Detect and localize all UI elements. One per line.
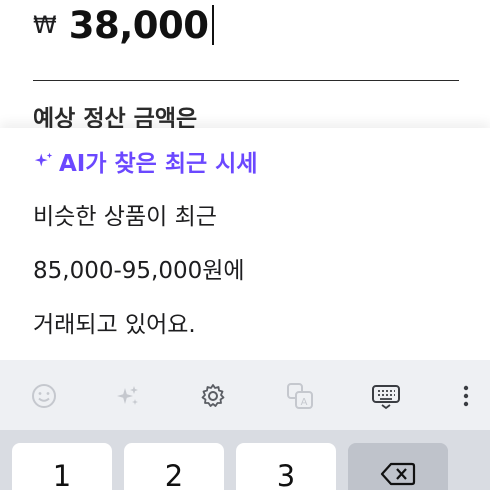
key-1[interactable]: 1 (12, 443, 112, 490)
on-screen-keyboard: A 1 2 3 (0, 360, 490, 490)
sparkles-icon[interactable] (110, 378, 146, 414)
ai-card-title: AI가 찾은 최근 시세 (33, 144, 258, 178)
gear-icon[interactable] (195, 378, 231, 414)
emoji-icon[interactable] (26, 378, 62, 414)
more-icon[interactable] (448, 378, 484, 414)
keyboard-toolbar: A (0, 360, 490, 430)
ai-price-suggestion-card: AI가 찾은 최근 시세 비슷한 상품이 최근 85,000-95,000원에 … (0, 128, 490, 360)
svg-text:A: A (301, 397, 308, 408)
ai-card-title-text: AI가 찾은 최근 시세 (59, 151, 258, 177)
key-3[interactable]: 3 (236, 443, 336, 490)
number-key-row: 1 2 3 (0, 430, 490, 490)
ai-card-line: 거래되고 있어요. (33, 312, 196, 338)
key-2[interactable]: 2 (124, 443, 224, 490)
input-underline (33, 80, 459, 81)
price-value: 38,000 (68, 3, 209, 47)
ai-card-body: 비슷한 상품이 최근 85,000-95,000원에 거래되고 있어요. (33, 190, 245, 352)
estimate-label: 예상 정산 금액은 (33, 106, 198, 130)
ai-card-line: 비슷한 상품이 최근 (33, 204, 217, 230)
currency-symbol: ₩ (33, 11, 57, 39)
backspace-key[interactable] (348, 443, 448, 490)
ai-card-line: 85,000-95,000원에 (33, 258, 245, 284)
sparkle-icon (34, 152, 53, 167)
backspace-icon (380, 462, 416, 486)
translate-icon[interactable]: A (282, 378, 318, 414)
price-input[interactable]: ₩ 38,000 (33, 2, 214, 48)
keyboard-icon[interactable] (368, 378, 404, 414)
text-cursor (211, 5, 214, 45)
